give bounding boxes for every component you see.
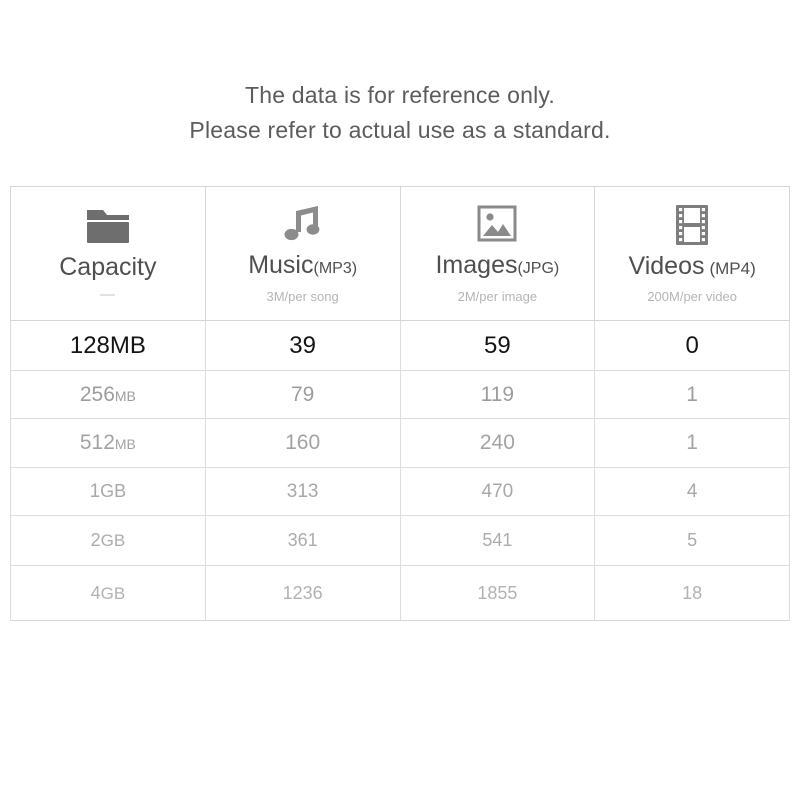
capacity-value: 1 <box>89 480 101 502</box>
column-title-videos: Videos (MP4) <box>595 251 789 284</box>
cell-images: 240 <box>399 418 596 468</box>
table-header-row: Capacity — Music(MP3) 3M/per song Images… <box>10 186 790 321</box>
cell-capacity: 2GB <box>10 515 206 566</box>
column-subtitle-capacity: — <box>99 286 116 303</box>
capacity-value: 4 <box>90 582 101 603</box>
table-row: 2GB 361 541 5 <box>10 515 790 566</box>
cell-videos: 1 <box>594 418 790 468</box>
column-title-unit: (JPG) <box>517 260 560 277</box>
column-header-music: Music(MP3) 3M/per song <box>204 186 401 321</box>
notice-line-2: Please refer to actual use as a standard… <box>189 117 611 143</box>
column-title-text: Music <box>248 251 314 279</box>
capacity-unit: GB <box>100 480 127 501</box>
cell-videos: 0 <box>594 320 790 371</box>
table-header: Capacity — Music(MP3) 3M/per song Images… <box>10 186 790 321</box>
column-title-text: Videos <box>628 251 705 280</box>
column-header-videos: Videos (MP4) 200M/per video <box>594 186 790 321</box>
column-title-music: Music(MP3) <box>206 250 400 284</box>
capacity-reference-page: The data is for reference only. Please r… <box>0 0 800 800</box>
capacity-table: Capacity — Music(MP3) 3M/per song Images… <box>10 186 790 621</box>
column-subtitle-images: 2M/per image <box>457 289 538 304</box>
music-note-icon <box>206 200 400 248</box>
capacity-value: 256 <box>79 382 115 406</box>
cell-music: 79 <box>204 370 401 419</box>
notice-line-1: The data is for reference only. <box>244 82 556 108</box>
capacity-value: 512 <box>79 431 115 454</box>
cell-capacity: 4GB <box>10 565 206 621</box>
column-header-images: Images(JPG) 2M/per image <box>399 186 596 321</box>
table-row: 4GB 1236 1855 18 <box>10 565 790 621</box>
capacity-value: 128 <box>69 331 110 359</box>
cell-music: 39 <box>204 320 401 371</box>
image-icon <box>401 200 595 248</box>
table-row: 128MB 39 59 0 <box>10 320 790 371</box>
column-title-text: Capacity <box>59 253 157 281</box>
capacity-unit: MB <box>109 331 146 359</box>
capacity-unit: MB <box>114 436 136 452</box>
cell-images: 119 <box>399 370 596 419</box>
cell-images: 59 <box>399 320 596 371</box>
cell-videos: 5 <box>594 515 790 566</box>
cell-capacity: 256MB <box>10 370 206 419</box>
folder-icon <box>11 202 205 250</box>
cell-music: 160 <box>204 418 401 468</box>
cell-music: 1236 <box>204 565 401 621</box>
capacity-unit: MB <box>114 387 136 404</box>
cell-images: 470 <box>399 467 596 516</box>
column-title-text: Images <box>435 251 518 279</box>
film-strip-icon <box>595 201 789 249</box>
table-row: 256MB 79 119 1 <box>10 370 790 419</box>
cell-images: 1855 <box>399 565 596 621</box>
column-header-capacity: Capacity — <box>10 186 206 321</box>
cell-videos: 4 <box>594 467 790 516</box>
cell-videos: 18 <box>594 565 790 621</box>
column-subtitle-music: 3M/per song <box>266 289 339 304</box>
cell-images: 541 <box>399 515 596 566</box>
capacity-value: 2 <box>90 530 101 550</box>
column-title-unit: (MP3) <box>313 260 358 277</box>
table-body: 128MB 39 59 0 256MB 79 119 1 512MB 160 2… <box>10 320 790 621</box>
cell-music: 361 <box>204 515 401 566</box>
cell-videos: 1 <box>594 370 790 419</box>
cell-capacity: 128MB <box>10 320 206 371</box>
table-row: 512MB 160 240 1 <box>10 418 790 468</box>
table-row: 1GB 313 470 4 <box>10 467 790 516</box>
column-title-images: Images(JPG) <box>401 250 595 284</box>
column-title-unit: (MP4) <box>709 258 756 278</box>
column-title-capacity: Capacity <box>11 252 205 282</box>
reference-notice: The data is for reference only. Please r… <box>0 78 800 148</box>
cell-capacity: 1GB <box>10 467 206 516</box>
capacity-unit: GB <box>100 531 126 550</box>
column-subtitle-videos: 200M/per video <box>647 288 737 304</box>
cell-capacity: 512MB <box>10 418 206 468</box>
cell-music: 313 <box>204 467 401 516</box>
capacity-unit: GB <box>100 583 126 603</box>
